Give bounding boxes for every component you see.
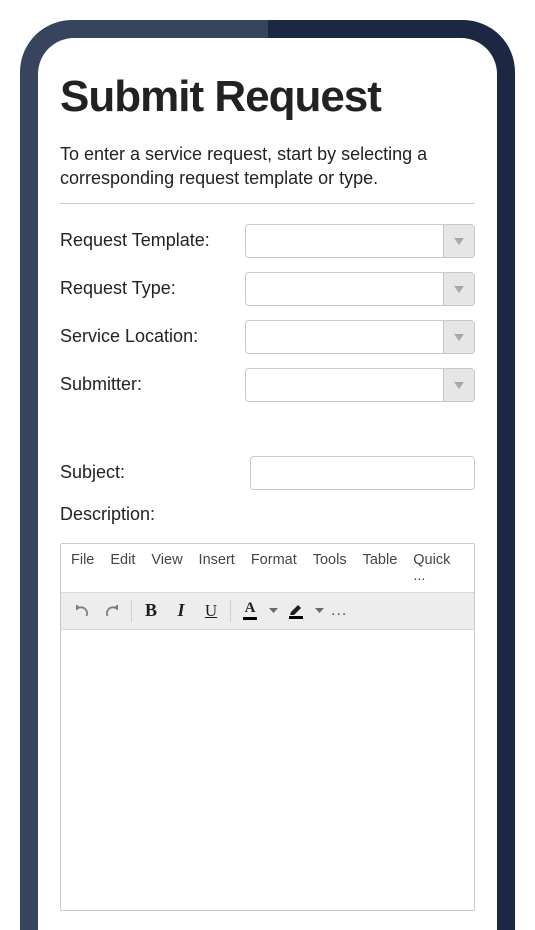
underline-icon: U [205,601,217,621]
editor-toolbar: B I U A ... [61,593,474,630]
menu-quick[interactable]: Quick ... [413,552,464,584]
italic-button[interactable]: I [166,597,196,625]
row-service-location: Service Location: [60,320,475,354]
combo-request-template [245,224,475,258]
bold-button[interactable]: B [136,597,166,625]
input-request-type[interactable] [245,272,443,306]
text-color-button[interactable]: A [235,597,265,625]
input-request-template[interactable] [245,224,443,258]
redo-icon [104,604,120,618]
input-submitter[interactable] [245,368,443,402]
menu-table[interactable]: Table [363,552,398,584]
spacer [60,416,475,456]
device-frame: Submit Request To enter a service reques… [20,20,515,930]
text-color-bar [243,617,257,620]
highlight-dropdown[interactable] [311,607,327,614]
page-title: Submit Request [60,74,475,120]
input-service-location[interactable] [245,320,443,354]
chevron-down-icon [315,607,324,614]
label-request-type: Request Type: [60,278,245,299]
intro-text: To enter a service request, start by sel… [60,142,475,204]
dropdown-request-template[interactable] [443,224,475,258]
menu-format[interactable]: Format [251,552,297,584]
menu-tools[interactable]: Tools [313,552,347,584]
menu-view[interactable]: View [151,552,182,584]
redo-button[interactable] [97,597,127,625]
toolbar-more[interactable]: ... [327,602,347,620]
label-description: Description: [60,504,475,525]
toolbar-separator [230,600,231,622]
row-subject: Subject: [60,456,475,490]
chevron-down-icon [453,236,465,246]
form-panel: Submit Request To enter a service reques… [38,38,497,930]
dropdown-submitter[interactable] [443,368,475,402]
highlight-bar [289,616,303,619]
row-request-type: Request Type: [60,272,475,306]
menu-insert[interactable]: Insert [199,552,235,584]
label-service-location: Service Location: [60,326,245,347]
menu-file[interactable]: File [71,552,94,584]
combo-service-location [245,320,475,354]
undo-icon [74,604,90,618]
text-color-icon: A [245,601,256,616]
editor-menubar: File Edit View Insert Format Tools Table… [61,544,474,593]
combo-request-type [245,272,475,306]
rich-text-editor: File Edit View Insert Format Tools Table… [60,543,475,911]
chevron-down-icon [269,607,278,614]
row-request-template: Request Template: [60,224,475,258]
dropdown-request-type[interactable] [443,272,475,306]
italic-icon: I [177,600,184,621]
undo-button[interactable] [67,597,97,625]
menu-edit[interactable]: Edit [110,552,135,584]
toolbar-separator [131,600,132,622]
highlight-button[interactable] [281,597,311,625]
editor-content-area[interactable] [61,630,474,910]
chevron-down-icon [453,380,465,390]
chevron-down-icon [453,284,465,294]
row-submitter: Submitter: [60,368,475,402]
label-submitter: Submitter: [60,374,245,395]
highlight-icon [289,603,303,615]
text-color-dropdown[interactable] [265,607,281,614]
label-subject: Subject: [60,462,250,483]
label-request-template: Request Template: [60,230,245,251]
dropdown-service-location[interactable] [443,320,475,354]
chevron-down-icon [453,332,465,342]
bold-icon: B [145,600,157,621]
underline-button[interactable]: U [196,597,226,625]
combo-submitter [245,368,475,402]
input-subject[interactable] [250,456,475,490]
